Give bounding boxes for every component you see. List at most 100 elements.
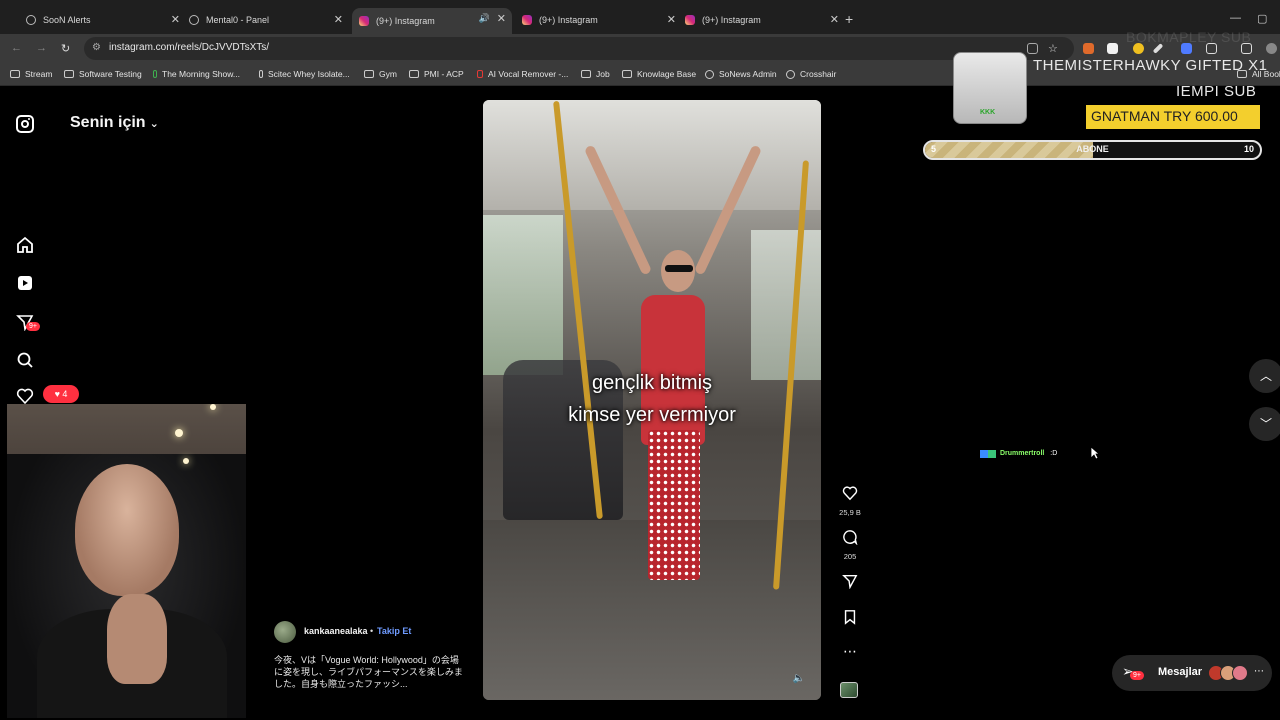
bookmark-label: The Morning Show...: [162, 69, 240, 79]
sub-goal-label: ABONE: [1076, 144, 1109, 154]
author-username[interactable]: kankaanealaka: [304, 626, 368, 636]
screen-share-icon[interactable]: [1027, 43, 1038, 54]
bookmark-label: AI Vocal Remover -...: [488, 69, 569, 79]
bookmark-label: Knowlage Base: [637, 69, 697, 79]
bookmark-folder[interactable]: Gym: [364, 69, 397, 79]
forward-icon[interactable]: →: [36, 42, 47, 54]
globe-icon: [786, 69, 795, 79]
previous-reel-button[interactable]: ︿: [1249, 359, 1280, 393]
video-scene: [483, 100, 821, 210]
instagram-icon: [359, 16, 369, 26]
reel-caption-line2: kimse yer vermiyor: [568, 404, 736, 426]
folder-icon: [64, 70, 74, 78]
maximize-button[interactable]: ▢: [1257, 12, 1267, 25]
tab-instagram[interactable]: (9+) Instagram ✕: [685, 9, 845, 31]
overlay-gift-alert: THEMISTERHAWKY GIFTED X1: [1033, 57, 1268, 74]
folder-icon: [409, 70, 419, 78]
bookmark-link[interactable]: Crosshair: [786, 69, 836, 79]
bookmark-folder[interactable]: Job: [581, 69, 610, 79]
tab-title: (9+) Instagram: [702, 15, 761, 25]
follow-button[interactable]: Takip Et: [377, 626, 411, 636]
tab-instagram[interactable]: (9+) Instagram ✕: [522, 9, 682, 31]
address-bar[interactable]: ⚙ instagram.com/reels/DcJVVDTsXTs/: [84, 37, 1074, 60]
tab-title: Mental0 - Panel: [206, 15, 270, 25]
like-button[interactable]: 25,9 B: [838, 485, 862, 517]
bookmark-icon: [844, 610, 856, 625]
like-count: 25,9 B: [839, 508, 861, 517]
instagram-logo-icon[interactable]: [16, 115, 34, 133]
next-reel-button[interactable]: ﹀: [1249, 407, 1280, 441]
instagram-icon: [685, 15, 695, 25]
minimize-button[interactable]: —: [1230, 12, 1241, 24]
ellipsis-icon: ⋯: [843, 643, 857, 659]
mouse-cursor-icon: [1090, 446, 1100, 460]
audio-thumbnail[interactable]: [840, 682, 858, 698]
bookmark-link[interactable]: Scitec Whey Isolate...: [259, 69, 350, 79]
star-icon[interactable]: ☆: [1048, 42, 1058, 55]
site-info-icon[interactable]: ⚙: [92, 42, 101, 53]
gift-overlay: KKK: [953, 52, 1027, 124]
tab-soon-alerts[interactable]: SooN Alerts ✕: [26, 9, 186, 31]
bookmark-folder[interactable]: Software Testing: [64, 69, 142, 79]
save-button[interactable]: [838, 609, 862, 630]
close-icon[interactable]: ✕: [830, 13, 839, 26]
webcam-scene: [75, 464, 179, 596]
extension-icon[interactable]: [1083, 43, 1094, 54]
bookmark-label: Software Testing: [79, 69, 142, 79]
share-button[interactable]: [838, 573, 862, 594]
close-icon[interactable]: ✕: [171, 13, 180, 26]
bookmark-favicon: [477, 70, 483, 78]
folder-icon: [10, 70, 20, 78]
post-description[interactable]: 今夜、Vは「Vogue World: Hollywood」の会場に姿を現し、ライ…: [274, 654, 464, 690]
sub-goal-current: 5: [931, 144, 937, 154]
likes-notification-pill[interactable]: ♥ 4: [43, 385, 79, 403]
extension-icon[interactable]: [1107, 43, 1118, 54]
tab-title: (9+) Instagram: [376, 16, 435, 26]
messages-button[interactable]: ➢ 9+ Mesajlar ⋯: [1112, 655, 1272, 691]
search-icon[interactable]: [16, 351, 34, 369]
heart-icon[interactable]: [16, 387, 34, 405]
profile-avatar[interactable]: [1266, 43, 1277, 54]
bookmark-folder[interactable]: Knowlage Base: [622, 69, 696, 79]
webcam-overlay: [7, 404, 246, 718]
reel-video[interactable]: gençlik bitmiş kimse yer vermiyor 🔈: [483, 100, 821, 700]
bookmark-link[interactable]: AI Vocal Remover -...: [477, 69, 568, 79]
bookmark-label: Stream: [25, 69, 53, 79]
messages-badge: 9+: [1130, 671, 1144, 680]
bookmark-link[interactable]: The Morning Show...: [153, 69, 240, 79]
chevron-down-icon: ﹀: [1259, 417, 1272, 431]
bookmark-folder[interactable]: Stream: [10, 69, 52, 79]
bookmark-folder[interactable]: PMI - ACP: [409, 69, 464, 79]
home-icon[interactable]: [16, 236, 34, 254]
likes-count: 4: [62, 389, 68, 399]
gift-label: KKK: [980, 109, 996, 116]
more-options-button[interactable]: ⋯: [838, 643, 862, 660]
chat-username: Drummertroll: [1000, 450, 1045, 457]
heart-icon: [842, 486, 858, 501]
video-scene: [665, 265, 693, 272]
comment-button[interactable]: 205: [838, 529, 862, 561]
reload-icon[interactable]: ↻: [61, 42, 70, 55]
close-icon[interactable]: ✕: [667, 13, 676, 26]
url-text: instagram.com/reels/DcJVVDTsXTs/: [109, 42, 270, 53]
feed-selector[interactable]: Senin için ⌄: [70, 114, 159, 132]
bookmark-link[interactable]: SoNews Admin: [705, 69, 777, 79]
folder-icon: [364, 70, 374, 78]
close-icon[interactable]: ✕: [334, 13, 343, 26]
tab-instagram-active[interactable]: (9+) Instagram 🔊 ✕: [352, 8, 512, 34]
tab-mental-panel[interactable]: Mental0 - Panel ✕: [189, 9, 349, 31]
author-avatar[interactable]: [274, 621, 296, 643]
webcam-scene: [210, 404, 216, 410]
speaker-icon[interactable]: 🔊: [479, 13, 490, 24]
new-tab-button[interactable]: +: [845, 11, 853, 27]
reel-caption-line1: gençlik bitmiş: [591, 372, 713, 394]
volume-icon[interactable]: 🔈: [793, 673, 805, 684]
chevron-down-icon: ⌄: [149, 118, 159, 130]
ellipsis-icon: ⋯: [1254, 666, 1264, 677]
back-icon[interactable]: ←: [11, 42, 22, 54]
reels-icon[interactable]: [16, 274, 34, 292]
donation-alert: GNATMAN TRY 600.00: [1086, 105, 1260, 129]
bookmark-favicon: [259, 70, 263, 78]
close-icon[interactable]: ✕: [497, 12, 506, 25]
feed-title: Senin için: [70, 114, 146, 131]
